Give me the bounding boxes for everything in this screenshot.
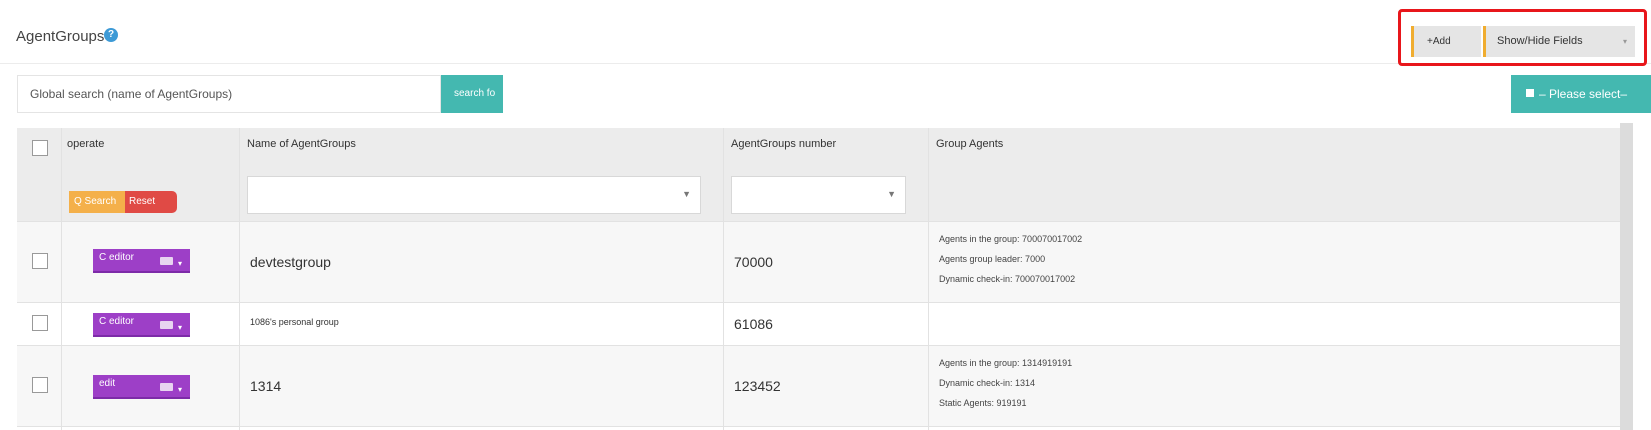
agent-info-line: Agents in the group: 700070017002 (939, 234, 1083, 244)
name-header-cell: Name of AgentGroups ▼ (240, 128, 724, 221)
group-name: 1314 (250, 378, 282, 394)
agent-info-line: Dynamic check-in: 1314 (939, 378, 1036, 388)
table-row[interactable]: C editor ▾ devtestgroup 70000 Agents in … (17, 222, 1620, 303)
row-actions-dropdown-icon[interactable]: ▾ (160, 381, 182, 394)
select-all-cell (17, 128, 62, 221)
filter-reset-button[interactable]: Reset (125, 191, 177, 213)
row-select-cell (17, 303, 62, 345)
table-header-row: operate Q Search Reset Name of AgentGrou… (17, 128, 1620, 222)
select-all-checkbox[interactable] (32, 140, 48, 156)
table-row[interactable]: C editor ▾ 1086's personal group 61086 (17, 303, 1620, 346)
column-header-number: AgentGroups number (731, 138, 837, 150)
filter-search-button[interactable]: Q Search (69, 191, 125, 213)
dropdown-arrow-icon: ▼ (887, 189, 896, 199)
row-name-cell: 1314 (240, 346, 724, 426)
column-header-name: Name of AgentGroups (247, 138, 356, 150)
add-button[interactable]: +Add (1411, 26, 1481, 57)
row-select-cell (17, 346, 62, 426)
row-checkbox[interactable] (32, 315, 48, 331)
row-number-cell: 70000 (724, 222, 929, 302)
column-header-operate: operate (67, 138, 105, 150)
row-select-cell (17, 222, 62, 302)
row-operate-cell: C editor ▾ (62, 222, 240, 302)
edit-label: C editor (99, 316, 135, 327)
row-edit-button[interactable]: C editor ▾ (93, 313, 190, 337)
row-actions-dropdown-icon[interactable]: ▾ (160, 255, 182, 268)
please-select-label: – Please select– (1539, 87, 1628, 101)
page-title: AgentGroups (16, 28, 105, 45)
operate-header-cell: operate Q Search Reset (62, 128, 240, 221)
row-checkbox[interactable] (32, 377, 48, 393)
edit-label: edit (99, 378, 116, 389)
group-number: 70000 (734, 254, 773, 270)
row-operate-cell: C editor ▾ (62, 303, 240, 345)
column-header-group-agents: Group Agents (936, 138, 1004, 150)
agents-header-cell: Group Agents (929, 128, 1620, 221)
show-hide-fields-label: Show/Hide Fields (1497, 35, 1583, 47)
page-header: AgentGroups ? +Add Show/Hide Fields ▾ (0, 0, 1651, 66)
group-name: devtestgroup (250, 254, 331, 270)
row-agents-cell (929, 303, 1620, 345)
number-filter-select[interactable]: ▼ (731, 176, 906, 214)
number-header-cell: AgentGroups number ▼ (724, 128, 929, 221)
row-actions-dropdown-icon[interactable]: ▾ (160, 319, 182, 332)
row-edit-button[interactable]: edit ▾ (93, 375, 190, 399)
row-number-cell: 61086 (724, 303, 929, 345)
row-name-cell: 1086's personal group (240, 303, 724, 345)
table-row[interactable]: edit ▾ 1314 123452 Agents in the group: … (17, 346, 1620, 427)
agent-info-line: Dynamic check-in: 700070017002 (939, 274, 1076, 284)
row-edit-button[interactable]: C editor ▾ (93, 249, 190, 273)
name-filter-select[interactable]: ▼ (247, 176, 701, 214)
edit-label: C editor (99, 252, 135, 263)
row-operate-cell: edit ▾ (62, 346, 240, 426)
agent-groups-table: operate Q Search Reset Name of AgentGrou… (17, 128, 1627, 430)
chevron-down-icon: ▾ (1622, 37, 1627, 46)
row-number-cell: 123452 (724, 346, 929, 426)
row-checkbox[interactable] (32, 253, 48, 269)
group-number: 61086 (734, 316, 773, 332)
row-agents-cell: Agents in the group: 700070017002 Agents… (929, 222, 1620, 302)
search-button[interactable]: search fo (441, 75, 503, 113)
row-agents-cell: Agents in the group: 1314919191 Dynamic … (929, 346, 1620, 426)
square-icon (1526, 89, 1534, 97)
show-hide-fields-button[interactable]: Show/Hide Fields ▾ (1483, 26, 1635, 57)
agent-info-line: Agents group leader: 7000 (939, 254, 1046, 264)
dropdown-arrow-icon: ▼ (682, 189, 691, 199)
agent-info-line: Static Agents: 919191 (939, 398, 1027, 408)
agent-info-line: Agents in the group: 1314919191 (939, 358, 1073, 368)
global-search-input[interactable]: Global search (name of AgentGroups) (17, 75, 441, 113)
help-icon[interactable]: ? (104, 28, 118, 42)
row-name-cell: devtestgroup (240, 222, 724, 302)
please-select-button[interactable]: – Please select– (1511, 75, 1651, 113)
group-name: 1086's personal group (250, 317, 339, 327)
group-number: 123452 (734, 378, 781, 394)
